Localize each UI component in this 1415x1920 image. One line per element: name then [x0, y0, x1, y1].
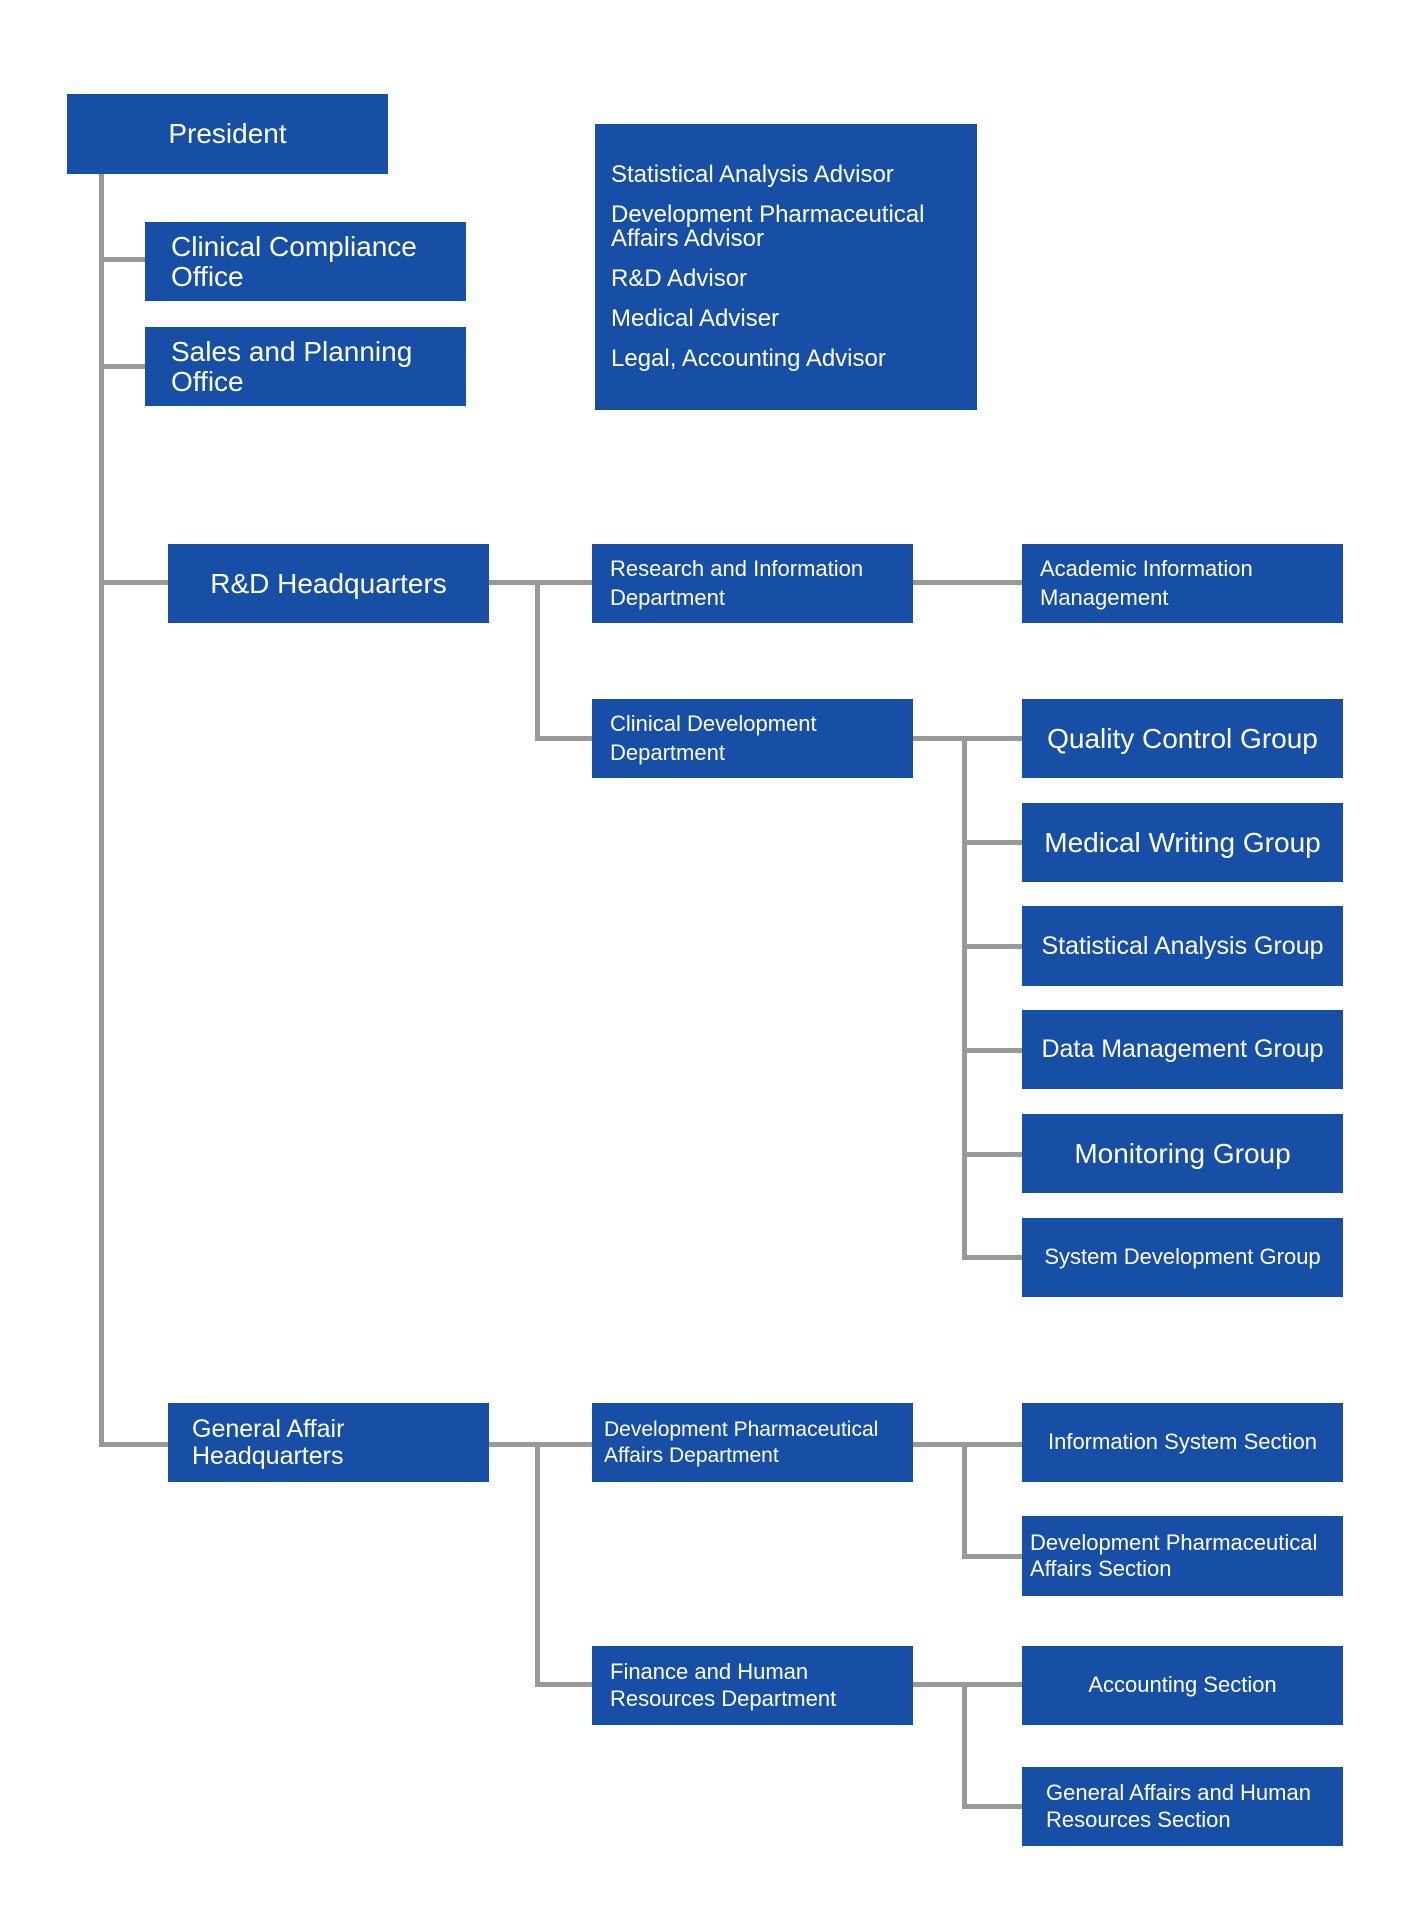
clinical-development-department-box: Clinical Development Department — [592, 699, 913, 778]
connector — [99, 580, 168, 585]
president-box: President — [67, 94, 388, 174]
connector — [962, 1152, 1022, 1157]
connector — [962, 1255, 1022, 1260]
connector — [99, 1442, 168, 1447]
connector — [535, 736, 592, 741]
label: President — [168, 118, 287, 150]
development-pharmaceutical-affairs-department-box: Development Pharmaceutical Affairs Depar… — [592, 1403, 913, 1482]
connector — [535, 580, 540, 740]
general-affair-headquarters-box: General Affair Headquarters — [168, 1403, 489, 1482]
medical-writing-group-box: Medical Writing Group — [1022, 803, 1343, 882]
label: R&D Headquarters — [210, 567, 447, 599]
connector — [99, 257, 145, 262]
system-development-group-box: System Development Group — [1022, 1218, 1343, 1297]
label: Monitoring Group — [1074, 1137, 1291, 1169]
label: Information System Section — [1047, 1429, 1317, 1455]
connector — [913, 1682, 1022, 1687]
connector — [535, 1442, 540, 1686]
connector — [535, 1682, 592, 1687]
label: Development Pharmaceutical Affairs Depar… — [604, 1418, 879, 1467]
connector — [913, 736, 1022, 741]
connector — [962, 1682, 967, 1808]
connector — [99, 364, 145, 369]
clinical-compliance-office-box: Clinical Compliance Office — [145, 222, 466, 301]
connector — [962, 944, 1022, 949]
label: General Affair Headquarters — [192, 1415, 345, 1470]
finance-human-resources-department-box: Finance and Human Resources Department — [592, 1646, 913, 1725]
label: Accounting Section — [1088, 1672, 1277, 1698]
data-management-group-box: Data Management Group — [1022, 1010, 1343, 1089]
connector — [489, 580, 592, 585]
label: Medical Writing Group — [1044, 826, 1321, 858]
connector — [962, 840, 1022, 845]
advisor-item: Development Pharmaceutical Affairs Advis… — [611, 201, 925, 252]
advisors-box: Statistical Analysis Advisor Development… — [595, 124, 977, 410]
academic-information-management-box: Academic Information Management — [1022, 544, 1343, 623]
label: Development Pharmaceutical Affairs Secti… — [1030, 1529, 1318, 1581]
label: Statistical Analysis Group — [1041, 931, 1324, 960]
advisor-item: Medical Adviser — [611, 305, 780, 332]
advisor-item: Statistical Analysis Advisor — [611, 161, 894, 188]
rd-headquarters-box: R&D Headquarters — [168, 544, 489, 623]
connector — [489, 1442, 592, 1447]
general-affairs-human-resources-section-box: General Affairs and Human Resources Sect… — [1022, 1767, 1343, 1846]
advisor-item: Legal, Accounting Advisor — [611, 345, 886, 372]
connector — [962, 1442, 967, 1558]
quality-control-group-box: Quality Control Group — [1022, 699, 1343, 778]
statistical-analysis-group-box: Statistical Analysis Group — [1022, 906, 1343, 986]
connector — [962, 736, 967, 1259]
sales-planning-office-box: Sales and Planning Office — [145, 327, 466, 406]
connector — [962, 1804, 1022, 1809]
information-system-section-box: Information System Section — [1022, 1403, 1343, 1482]
connector — [913, 1442, 1022, 1447]
label: Finance and Human Resources Department — [610, 1659, 837, 1711]
label: Data Management Group — [1041, 1035, 1324, 1064]
label: System Development Group — [1044, 1244, 1321, 1270]
label: Clinical Development Department — [610, 710, 817, 765]
research-information-department-box: Research and Information Department — [592, 544, 913, 623]
advisor-item: R&D Advisor — [611, 265, 748, 292]
label: Sales and Planning Office — [171, 336, 413, 397]
label: Academic Information Management — [1040, 555, 1253, 610]
connector — [913, 580, 1022, 585]
monitoring-group-box: Monitoring Group — [1022, 1114, 1343, 1193]
connector — [962, 1554, 1022, 1559]
label: Clinical Compliance Office — [171, 231, 417, 292]
development-pharmaceutical-affairs-section-box: Development Pharmaceutical Affairs Secti… — [1022, 1516, 1343, 1596]
connector — [962, 1048, 1022, 1053]
label: Quality Control Group — [1047, 722, 1318, 754]
accounting-section-box: Accounting Section — [1022, 1646, 1343, 1725]
label: General Affairs and Human Resources Sect… — [1046, 1780, 1311, 1832]
label: Research and Information Department — [610, 555, 864, 610]
